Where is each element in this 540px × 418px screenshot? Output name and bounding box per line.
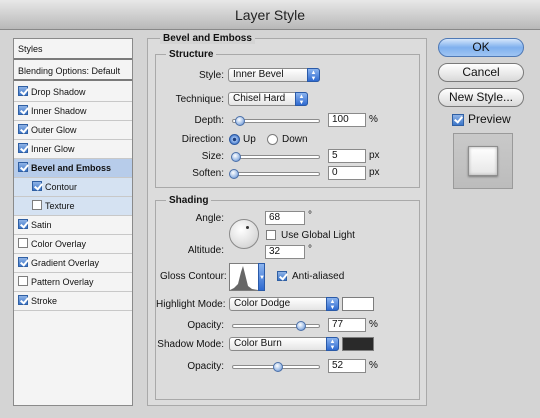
structure-title: Structure	[166, 49, 217, 60]
size-label: Size:	[201, 151, 224, 162]
style-item-gradient-overlay[interactable]: Gradient Overlay	[14, 254, 132, 273]
slider-thumb[interactable]	[296, 321, 306, 331]
shadow-color-swatch[interactable]	[342, 337, 374, 351]
shadow-opacity-slider[interactable]	[232, 362, 320, 372]
angle-input[interactable]: 68	[265, 211, 305, 225]
style-label: Style:	[198, 70, 224, 81]
gloss-contour-label: Gloss Contour:	[160, 271, 227, 282]
style-item-satin[interactable]: Satin	[14, 216, 132, 235]
direction-up-radio[interactable]	[229, 134, 240, 145]
depth-unit: %	[369, 114, 378, 125]
shadow-mode-label: Shadow Mode:	[157, 339, 224, 350]
styles-header[interactable]: Styles	[14, 39, 132, 60]
checkbox[interactable]	[18, 124, 28, 134]
preview-label: Preview	[468, 112, 511, 126]
updown-arrow-icon: ▲ ▼	[326, 337, 339, 351]
cancel-button[interactable]: Cancel	[438, 63, 524, 82]
highlight-color-swatch[interactable]	[342, 297, 374, 311]
shading-title: Shading	[166, 195, 212, 206]
slider-thumb[interactable]	[229, 169, 239, 179]
highlight-mode-select[interactable]: Color Dodge ▲ ▼	[229, 297, 339, 311]
altitude-label: Altitude:	[187, 245, 224, 256]
size-input[interactable]: 5	[328, 149, 366, 163]
shadow-opacity-unit: %	[369, 360, 378, 371]
altitude-input[interactable]: 32	[265, 245, 305, 259]
altitude-unit: °	[308, 244, 312, 255]
preview-checkbox[interactable]	[452, 114, 464, 126]
shadow-mode-select[interactable]: Color Burn ▲ ▼	[229, 337, 339, 351]
style-item-outer-glow[interactable]: Outer Glow	[14, 121, 132, 140]
antialiased-label: Anti-aliased	[292, 271, 345, 282]
ok-button[interactable]: OK	[438, 38, 524, 57]
checkbox[interactable]	[18, 162, 28, 172]
updown-arrow-icon: ▲ ▼	[295, 92, 308, 106]
slider-thumb[interactable]	[231, 152, 241, 162]
style-item-drop-shadow[interactable]: Drop Shadow	[14, 83, 132, 102]
technique-select[interactable]: Chisel Hard ▲ ▼	[228, 92, 308, 106]
style-select[interactable]: Inner Bevel ▲ ▼	[228, 68, 320, 82]
direction-down-radio[interactable]	[267, 134, 278, 145]
updown-arrow-icon: ▲ ▼	[326, 297, 339, 311]
soften-unit: px	[369, 167, 380, 178]
style-item-inner-shadow[interactable]: Inner Shadow	[14, 102, 132, 121]
checkbox[interactable]	[18, 276, 28, 286]
angle-label: Angle:	[195, 213, 224, 224]
checkbox[interactable]	[18, 105, 28, 115]
style-item-pattern-overlay[interactable]: Pattern Overlay	[14, 273, 132, 292]
checkbox[interactable]	[18, 295, 28, 305]
new-style-button[interactable]: New Style...	[438, 88, 524, 107]
highlight-opacity-slider[interactable]	[232, 321, 320, 331]
style-item-color-overlay[interactable]: Color Overlay	[14, 235, 132, 254]
soften-slider[interactable]	[229, 169, 320, 179]
depth-input[interactable]: 100	[328, 113, 366, 127]
highlight-opacity-input[interactable]: 77	[328, 318, 366, 332]
soften-label: Soften:	[192, 168, 224, 179]
gloss-contour-picker[interactable]	[229, 263, 259, 291]
direction-up-label: Up	[243, 134, 256, 145]
style-item-stroke[interactable]: Stroke	[14, 292, 132, 311]
soften-input[interactable]: 0	[328, 166, 366, 180]
style-item-inner-glow[interactable]: Inner Glow	[14, 140, 132, 159]
styles-list: Styles Blending Options: Default Drop Sh…	[13, 38, 133, 406]
bevel-emboss-title: Bevel and Emboss	[160, 33, 255, 44]
checkbox[interactable]	[18, 238, 28, 248]
direction-down-label: Down	[282, 134, 308, 145]
global-light-checkbox[interactable]	[266, 230, 276, 240]
depth-slider[interactable]	[232, 116, 320, 126]
shadow-opacity-label: Opacity:	[187, 361, 224, 372]
checkbox[interactable]	[18, 219, 28, 229]
highlight-opacity-label: Opacity:	[187, 320, 224, 331]
highlight-opacity-unit: %	[369, 319, 378, 330]
slider-thumb[interactable]	[273, 362, 283, 372]
preview-thumbnail	[453, 133, 513, 189]
checkbox[interactable]	[18, 143, 28, 153]
checkbox[interactable]	[18, 86, 28, 96]
checkbox[interactable]	[32, 200, 42, 210]
slider-thumb[interactable]	[235, 116, 245, 126]
checkbox[interactable]	[18, 257, 28, 267]
depth-label: Depth:	[194, 115, 224, 126]
highlight-mode-label: Highlight Mode:	[156, 299, 226, 310]
updown-arrow-icon: ▲ ▼	[307, 68, 320, 82]
checkbox[interactable]	[32, 181, 42, 191]
size-unit: px	[369, 150, 380, 161]
blending-options-item[interactable]: Blending Options: Default	[14, 62, 132, 81]
antialiased-checkbox[interactable]	[277, 271, 287, 281]
size-slider[interactable]	[231, 152, 320, 162]
technique-label: Technique:	[175, 94, 224, 105]
contour-curve-icon	[230, 266, 258, 290]
angle-dial[interactable]	[229, 219, 259, 249]
direction-label: Direction:	[181, 134, 224, 145]
angle-unit: °	[308, 210, 312, 221]
window-title: Layer Style	[0, 0, 540, 30]
shadow-opacity-input[interactable]: 52	[328, 359, 366, 373]
angle-indicator-icon	[246, 226, 249, 229]
style-item-texture[interactable]: Texture	[14, 197, 132, 216]
gloss-dropdown-arrow-icon[interactable]: ▼	[258, 263, 265, 291]
style-item-contour[interactable]: Contour	[14, 178, 132, 197]
style-item-bevel-emboss[interactable]: Bevel and Emboss	[14, 159, 132, 178]
global-light-label: Use Global Light	[281, 230, 355, 241]
preview-swatch	[468, 146, 498, 176]
